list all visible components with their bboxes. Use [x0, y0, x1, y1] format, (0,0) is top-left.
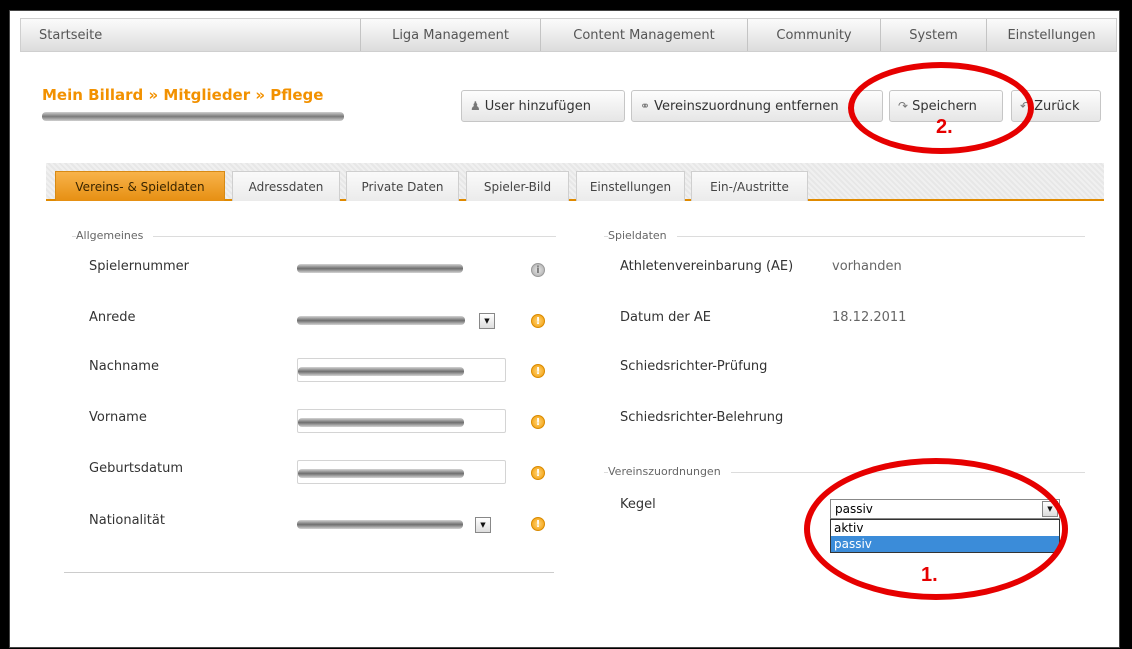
breadcrumb: Mein Billard » Mitglieder » Pflege	[42, 86, 324, 104]
label-geburtsdatum: Geburtsdatum	[89, 461, 183, 476]
tab-private-daten[interactable]: Private Daten	[346, 171, 459, 201]
geburtsdatum-input[interactable]	[297, 460, 506, 484]
save-label: Speichern	[912, 98, 977, 114]
top-navigation: Startseite Liga Management Content Manag…	[20, 18, 1117, 52]
warning-icon[interactable]: !	[531, 314, 545, 328]
nav-einstellungen[interactable]: Einstellungen	[986, 19, 1116, 51]
kegel-status-value: passiv	[835, 502, 873, 516]
label-spielernummer: Spielernummer	[89, 259, 189, 274]
label-vorname: Vorname	[89, 410, 147, 425]
warning-icon[interactable]: !	[531, 517, 545, 531]
anrede-select[interactable]	[297, 316, 465, 325]
section-title-game: Spieldaten	[608, 229, 677, 242]
redacted-member-name	[42, 112, 344, 121]
back-button[interactable]: ↶ Zurück	[1011, 90, 1101, 122]
add-user-button[interactable]: ♟ User hinzufügen	[461, 90, 625, 122]
warning-icon[interactable]: !	[531, 364, 545, 378]
unlink-icon: ⚭	[640, 99, 651, 113]
tab-vereins-spieldaten[interactable]: Vereins- & Spieldaten	[55, 171, 225, 201]
nachname-input[interactable]	[297, 358, 506, 382]
remove-association-button[interactable]: ⚭ Vereinszuordnung entfernen	[631, 90, 883, 122]
info-icon[interactable]: i	[531, 263, 545, 277]
nav-community[interactable]: Community	[747, 19, 880, 51]
tab-ein-austritte[interactable]: Ein-/Austritte	[691, 171, 808, 201]
chevron-down-icon[interactable]: ▼	[1042, 501, 1058, 517]
label-athletenvereinbarung: Athletenvereinbarung (AE)	[620, 259, 794, 274]
tab-spieler-bild[interactable]: Spieler-Bild	[466, 171, 569, 201]
back-label: Zurück	[1034, 98, 1080, 114]
spielernummer-value	[297, 264, 463, 273]
add-user-label: User hinzufügen	[484, 98, 591, 114]
annotation-number: 1.	[921, 564, 938, 586]
tab-einstellungen[interactable]: Einstellungen	[576, 171, 685, 201]
option-aktiv[interactable]: aktiv	[831, 520, 1059, 536]
chevron-down-icon[interactable]: ▼	[475, 517, 491, 533]
athletenvereinbarung-value: vorhanden	[832, 259, 902, 274]
tab-bar: Vereins- & Spieldaten Adressdaten Privat…	[46, 163, 1104, 201]
label-schiedsrichter-belehrung: Schiedsrichter-Belehrung	[620, 410, 784, 425]
tab-adressdaten[interactable]: Adressdaten	[232, 171, 340, 201]
kegel-status-options: aktiv passiv	[830, 519, 1060, 553]
warning-icon[interactable]: !	[531, 466, 545, 480]
warning-icon[interactable]: !	[531, 415, 545, 429]
kegel-status-select[interactable]: passiv ▼	[830, 499, 1060, 519]
section-divider	[64, 572, 554, 573]
annotation-number: 2.	[936, 116, 953, 138]
nav-liga-management[interactable]: Liga Management	[360, 19, 540, 51]
option-passiv[interactable]: passiv	[831, 536, 1059, 552]
label-schiedsrichter-pruefung: Schiedsrichter-Prüfung	[620, 359, 768, 374]
back-icon: ↶	[1020, 99, 1031, 113]
label-anrede: Anrede	[89, 310, 136, 325]
label-kegel: Kegel	[620, 497, 656, 512]
user-add-icon: ♟	[470, 99, 481, 113]
nationalitaet-select[interactable]	[297, 520, 463, 529]
remove-association-label: Vereinszuordnung entfernen	[654, 98, 839, 114]
section-title-general: Allgemeines	[76, 229, 154, 242]
label-datum-ae: Datum der AE	[620, 310, 711, 325]
label-nationalitaet: Nationalität	[89, 513, 165, 528]
nav-startseite[interactable]: Startseite	[21, 19, 360, 51]
section-title-assoc: Vereinszuordnungen	[608, 465, 731, 478]
label-nachname: Nachname	[89, 359, 159, 374]
nav-content-management[interactable]: Content Management	[540, 19, 747, 51]
save-icon: ↷	[898, 99, 909, 113]
nav-system[interactable]: System	[880, 19, 986, 51]
datum-ae-value: 18.12.2011	[832, 310, 907, 325]
chevron-down-icon[interactable]: ▼	[479, 313, 495, 329]
vorname-input[interactable]	[297, 409, 506, 433]
